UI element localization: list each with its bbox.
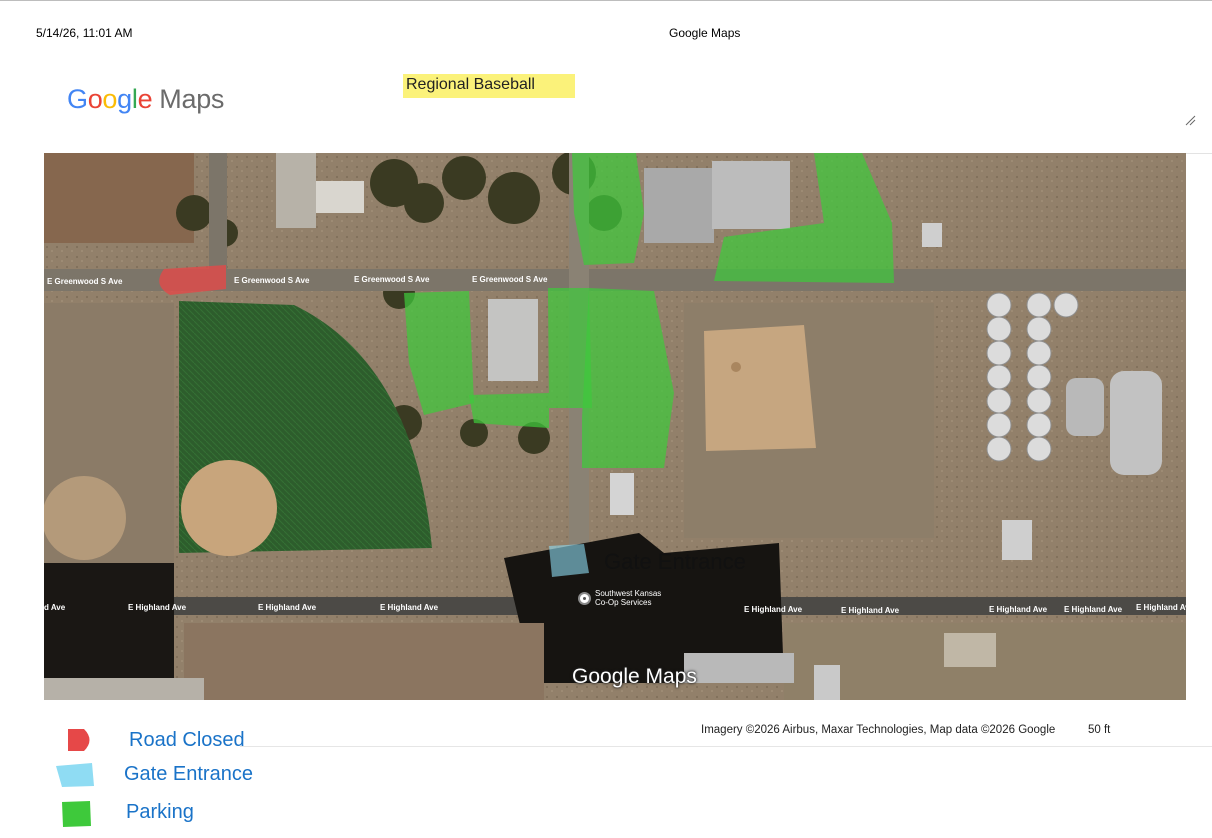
logo-letter: e (137, 84, 153, 114)
bottom-area (184, 623, 544, 700)
legend-gate-entrance: Gate Entrance (124, 763, 253, 785)
building (1002, 520, 1032, 560)
building (1066, 378, 1104, 436)
map-imagery: E Greenwood S Ave E Greenwood S Ave E Gr… (44, 153, 1186, 700)
building (814, 665, 840, 700)
infield-right (704, 325, 816, 451)
gate-entrance-swatch-icon (56, 763, 94, 787)
poi-pin-icon[interactable] (578, 591, 591, 605)
street-label: E Greenwood S Ave (47, 277, 123, 286)
building (276, 153, 316, 228)
poi-label-line: Southwest Kansas (595, 589, 662, 598)
divider (1183, 153, 1212, 154)
gate-entrance-overlay (549, 544, 589, 577)
street-label: E Greenwood S Ave (234, 276, 310, 285)
street-label: E Highland Ave (1136, 603, 1186, 612)
building (44, 678, 204, 700)
building (944, 633, 996, 667)
building (712, 161, 790, 229)
building-center (488, 299, 538, 381)
street-label: E Greenwood S Ave (472, 275, 548, 284)
street-label: d Ave (44, 603, 66, 612)
note-text-highlighted[interactable]: Regional Baseball (403, 74, 575, 98)
building (1110, 371, 1162, 475)
logo-letter: G (67, 84, 88, 114)
street-label: E Highland Ave (744, 605, 803, 614)
building (684, 653, 794, 683)
legend-parking: Parking (126, 801, 194, 823)
google-maps-watermark: Google Maps (572, 665, 697, 688)
building (610, 473, 634, 515)
street-label: E Highland Ave (380, 603, 439, 612)
print-title: Google Maps (669, 26, 741, 40)
infield-dirt (181, 460, 277, 556)
pitchers-mound (731, 362, 741, 372)
infield-dirt (44, 476, 126, 560)
legend-road-closed: Road Closed (129, 729, 245, 751)
gate-entrance-map-label: Gate Entrance (604, 549, 746, 574)
logo-letter: o (87, 84, 103, 114)
street-label: E Highland Ave (841, 606, 900, 615)
print-date: 5/14/26, 11:01 AM (36, 26, 133, 40)
poi-label: Southwest Kansas Co-Op Services (595, 589, 661, 607)
page-top-border (0, 0, 1212, 1)
field-top-left (44, 153, 194, 243)
textarea-resize-handle-icon[interactable] (1184, 114, 1196, 126)
poi-marker[interactable]: Southwest Kansas Co-Op Services (578, 589, 661, 607)
road-vertical-left (209, 153, 227, 273)
satellite-map[interactable]: E Greenwood S Ave E Greenwood S Ave E Gr… (44, 153, 1186, 700)
street-label: E Highland Ave (258, 603, 317, 612)
map-scale: 50 ft (1088, 724, 1111, 736)
divider (240, 746, 1212, 747)
building (644, 168, 714, 243)
street-label: E Highland Ave (1064, 605, 1123, 614)
poi-label-line: Co-Op Services (595, 598, 652, 607)
road-closed-swatch-icon (68, 729, 90, 751)
parking-swatch-icon (62, 801, 91, 827)
building (922, 223, 942, 247)
logo-letter: g (117, 84, 132, 114)
logo-letter: o (102, 84, 118, 114)
map-attribution: Imagery ©2026 Airbus, Maxar Technologies… (701, 724, 1056, 736)
street-label: E Greenwood S Ave (354, 275, 430, 284)
street-label: E Highland Ave (989, 605, 1048, 614)
building (314, 181, 364, 213)
street-label: E Highland Ave (128, 603, 187, 612)
google-maps-logo: Google Maps (67, 84, 224, 115)
logo-product: Maps (159, 84, 225, 114)
